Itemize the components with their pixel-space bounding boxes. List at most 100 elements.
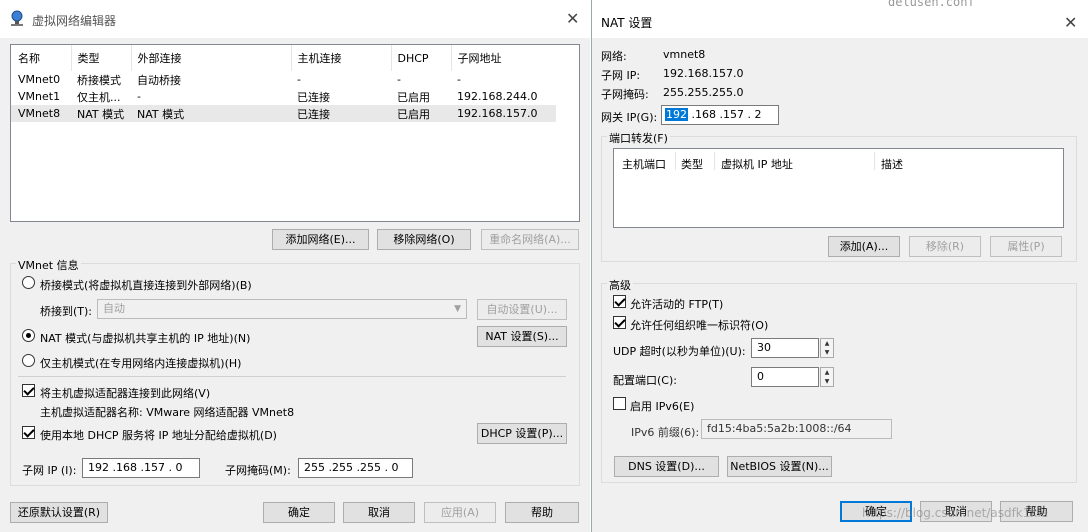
network-list[interactable]: 名称 类型 外部连接 主机连接 DHCP 子网地址 VMnet0 桥接模式 自动… bbox=[10, 44, 580, 222]
network-globe-icon bbox=[9, 10, 25, 26]
subnet-ip-label: 子网 IP: bbox=[601, 69, 641, 82]
window-title: NAT 设置 bbox=[601, 16, 653, 30]
col-type[interactable]: 类型 bbox=[70, 45, 131, 71]
col-dhcp[interactable]: DHCP bbox=[390, 45, 451, 71]
ipv6-prefix-input[interactable]: fd15:4ba5:5a2b:1008::/64 bbox=[701, 419, 892, 439]
use-dhcp-checkbox[interactable] bbox=[22, 426, 35, 439]
divider bbox=[18, 376, 566, 377]
col-host-port[interactable]: 主机端口 bbox=[622, 156, 666, 172]
allow-org-id-label[interactable]: 允许任何组织唯一标识符(O) bbox=[630, 317, 768, 333]
host-only-label[interactable]: 仅主机模式(在专用网络内连接虚拟机)(H) bbox=[40, 355, 241, 371]
enable-ipv6-checkbox[interactable] bbox=[613, 397, 626, 410]
cell: 已连接 bbox=[297, 107, 330, 121]
dhcp-settings-button[interactable]: DHCP 设置(P)... bbox=[477, 423, 567, 444]
udp-timeout-spinner[interactable]: ▲ ▼ bbox=[820, 338, 834, 358]
config-port-input[interactable]: 0 bbox=[751, 367, 819, 387]
group-title: 高级 bbox=[607, 277, 633, 293]
watermark-text: https://blog.csdn.net/asdfk1kie bbox=[862, 506, 1049, 520]
ipv6-prefix-label: IPv6 前缀(6): bbox=[631, 426, 700, 439]
title-bar: NAT 设置 delusen.conf ✕ bbox=[592, 0, 1088, 38]
spin-up-icon[interactable]: ▲ bbox=[821, 339, 833, 348]
add-network-button[interactable]: 添加网络(E)... bbox=[272, 229, 369, 250]
gateway-label: 网关 IP(G): bbox=[601, 111, 658, 124]
table-row-selected[interactable]: VMnet8 NAT 模式 NAT 模式 已连接 已启用 192.168.157… bbox=[11, 105, 556, 122]
ok-button[interactable]: 确定 bbox=[263, 502, 335, 523]
group-title: 端口转发(F) bbox=[607, 130, 670, 146]
subnet-mask-label: 子网掩码: bbox=[601, 88, 649, 101]
allow-ftp-checkbox[interactable] bbox=[613, 295, 626, 308]
cancel-button[interactable]: 取消 bbox=[343, 502, 415, 523]
col-subnet[interactable]: 子网地址 bbox=[450, 45, 556, 71]
properties-button[interactable]: 属性(P) bbox=[990, 236, 1062, 257]
col-vm-ip[interactable]: 虚拟机 IP 地址 bbox=[721, 156, 793, 172]
port-forward-list[interactable]: 主机端口 类型 虚拟机 IP 地址 描述 bbox=[613, 148, 1064, 228]
bridge-to-label: 桥接到(T): bbox=[40, 305, 93, 318]
cell: NAT 模式 bbox=[137, 107, 185, 121]
cell: - bbox=[137, 90, 141, 103]
window-title: 虚拟网络编辑器 bbox=[32, 14, 117, 28]
apply-button[interactable]: 应用(A) bbox=[424, 502, 496, 523]
dns-settings-button[interactable]: DNS 设置(D)... bbox=[614, 456, 719, 477]
bridge-mode-label[interactable]: 桥接模式(将虚拟机直接连接到外部网络)(B) bbox=[40, 277, 252, 293]
title-bar: 虚拟网络编辑器 ✕ bbox=[0, 0, 590, 38]
group-title: VMnet 信息 bbox=[16, 257, 81, 273]
bridge-to-select[interactable]: 自动 ▼ bbox=[97, 299, 467, 319]
config-port-label: 配置端口(C): bbox=[613, 374, 677, 387]
allow-org-id-checkbox[interactable] bbox=[613, 316, 626, 329]
connect-adapter-label[interactable]: 将主机虚拟适配器连接到此网络(V) bbox=[40, 385, 210, 401]
table-row[interactable]: VMnet0 桥接模式 自动桥接 - - - bbox=[11, 71, 556, 88]
nat-radio[interactable] bbox=[22, 329, 35, 342]
nat-mode-label[interactable]: NAT 模式(与虚拟机共享主机的 IP 地址)(N) bbox=[40, 330, 250, 346]
restore-defaults-button[interactable]: 还原默认设置(R) bbox=[10, 502, 108, 523]
gateway-ip-input[interactable]: 192 .168 .157 . 2 bbox=[661, 105, 779, 125]
cell: - bbox=[397, 73, 401, 86]
cell: 桥接模式 bbox=[77, 73, 121, 87]
use-dhcp-label[interactable]: 使用本地 DHCP 服务将 IP 地址分配给虚拟机(D) bbox=[40, 427, 277, 443]
table-row[interactable]: VMnet1 仅主机... - 已连接 已启用 192.168.244.0 bbox=[11, 88, 556, 105]
cell: 已连接 bbox=[297, 90, 330, 104]
col-host[interactable]: 主机连接 bbox=[290, 45, 391, 71]
col-divider bbox=[874, 152, 875, 170]
config-port-spinner[interactable]: ▲ ▼ bbox=[820, 367, 834, 387]
network-label: 网络: bbox=[601, 50, 627, 63]
host-only-radio[interactable] bbox=[22, 354, 35, 367]
subnet-ip-value: 192.168.157.0 bbox=[663, 67, 744, 80]
col-name[interactable]: 名称 bbox=[11, 45, 71, 71]
col-divider bbox=[714, 152, 715, 170]
cell: 自动桥接 bbox=[137, 73, 181, 87]
connect-adapter-checkbox[interactable] bbox=[22, 384, 35, 397]
close-icon[interactable]: ✕ bbox=[1064, 13, 1077, 32]
subnet-ip-input[interactable]: 192 .168 .157 . 0 bbox=[82, 458, 200, 478]
allow-ftp-label[interactable]: 允许活动的 FTP(T) bbox=[630, 296, 723, 312]
adapter-name-text: 主机虚拟适配器名称: VMware 网络适配器 VMnet8 bbox=[40, 406, 295, 419]
col-description[interactable]: 描述 bbox=[881, 156, 903, 172]
udp-timeout-label: UDP 超时(以秒为单位)(U): bbox=[613, 345, 746, 358]
cell: - bbox=[297, 73, 301, 86]
col-external[interactable]: 外部连接 bbox=[130, 45, 291, 71]
spin-up-icon[interactable]: ▲ bbox=[821, 368, 833, 377]
subnet-mask-input[interactable]: 255 .255 .255 . 0 bbox=[298, 458, 413, 478]
udp-timeout-input[interactable]: 30 bbox=[751, 338, 819, 358]
close-icon[interactable]: ✕ bbox=[566, 9, 579, 28]
add-button[interactable]: 添加(A)... bbox=[828, 236, 900, 257]
cell: VMnet8 bbox=[18, 107, 61, 120]
netbios-settings-button[interactable]: NetBIOS 设置(N)... bbox=[727, 456, 832, 477]
spin-down-icon[interactable]: ▼ bbox=[821, 377, 833, 386]
cell: 已启用 bbox=[397, 90, 430, 104]
nat-settings-window: NAT 设置 delusen.conf ✕ 网络: vmnet8 子网 IP: … bbox=[591, 0, 1088, 532]
rename-network-button[interactable]: 重命名网络(A)... bbox=[481, 229, 579, 250]
cell: 192.168.157.0 bbox=[457, 107, 538, 120]
col-type[interactable]: 类型 bbox=[681, 156, 703, 172]
remove-button[interactable]: 移除(R) bbox=[909, 236, 981, 257]
cell: VMnet1 bbox=[18, 90, 61, 103]
cell: 192.168.244.0 bbox=[457, 90, 538, 103]
bridge-radio[interactable] bbox=[22, 276, 35, 289]
enable-ipv6-label[interactable]: 启用 IPv6(E) bbox=[630, 398, 694, 414]
help-button[interactable]: 帮助 bbox=[505, 502, 579, 523]
spin-down-icon[interactable]: ▼ bbox=[821, 348, 833, 357]
cell: 已启用 bbox=[397, 107, 430, 121]
nat-settings-button[interactable]: NAT 设置(S)... bbox=[477, 326, 567, 347]
chevron-down-icon: ▼ bbox=[454, 304, 461, 314]
auto-settings-button[interactable]: 自动设置(U)... bbox=[477, 299, 567, 320]
remove-network-button[interactable]: 移除网络(O) bbox=[377, 229, 471, 250]
